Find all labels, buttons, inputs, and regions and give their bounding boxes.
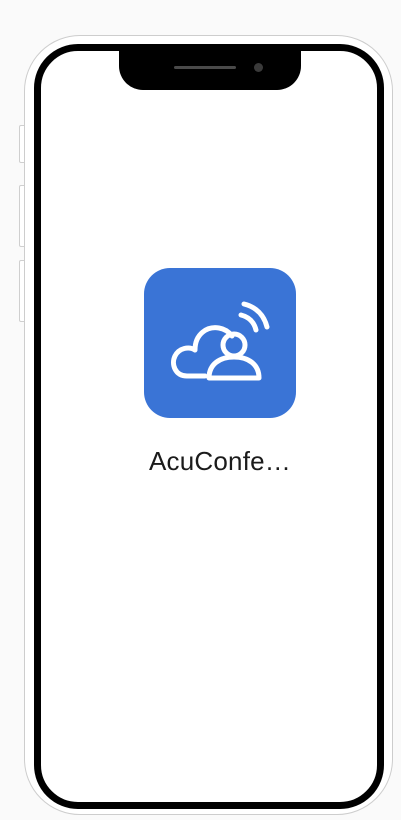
app-label: AcuConfe… (149, 446, 291, 476)
cloud-user-signal-icon[interactable] (144, 268, 296, 418)
speaker-grille (174, 66, 236, 69)
phone-screen: AcuConfe… (34, 44, 384, 809)
app-tile-acuconference[interactable]: AcuConfe… (138, 268, 302, 477)
front-camera (254, 63, 263, 72)
device-mockup: AcuConfe… (0, 0, 401, 820)
cloud-user-signal-icon-glyph (171, 301, 270, 381)
notch (119, 51, 301, 90)
